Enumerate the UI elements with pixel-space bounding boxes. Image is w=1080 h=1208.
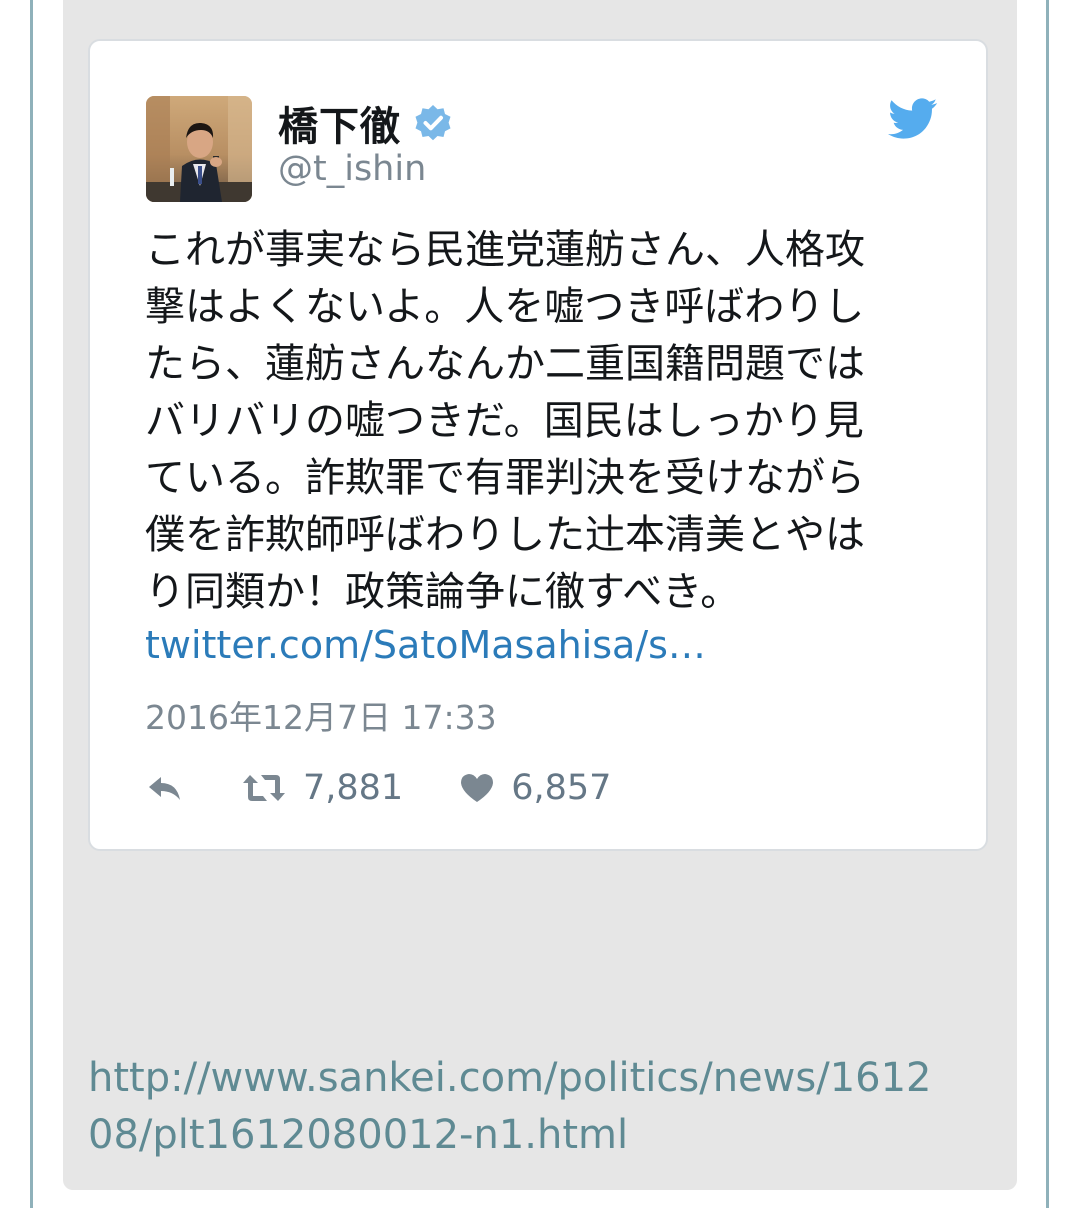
source-url-line: http://www.sankei.com/politics/news/1612 [88,1055,932,1101]
reply-button[interactable] [145,773,189,803]
source-url-link[interactable]: http://www.sankei.com/politics/news/1612… [88,1050,988,1164]
user-handle[interactable]: @t_ishin [278,149,426,189]
tweet-actions: 7,881 6,857 [145,763,611,813]
tweet-timestamp[interactable]: 2016年12月7日 17:33 [145,691,497,739]
retweet-button[interactable]: 7,881 [241,768,403,808]
tweet-text-line: り同類か！政策論争に徹すべき。 [145,569,741,615]
tweet-text-line: たら、蓮舫さんなんか二重国籍問題では [145,341,865,387]
avatar-photo [146,96,252,202]
display-name-row: 橋下徹 [278,94,453,152]
display-name[interactable]: 橋下徹 [278,94,401,152]
reply-icon [149,777,180,800]
tweet-text-line: バリバリの嘘つきだ。国民はしっかり見 [145,398,864,444]
left-border-rail [30,0,33,1208]
retweet-count: 7,881 [303,768,404,808]
retweet-icon [243,775,285,801]
tweet-text-line: 撃はよくないよ。人を嘘つき呼ばわりし [145,284,865,330]
tweet-text-line: これが事実なら民進党蓮舫さん、人格攻 [145,227,865,273]
tweet-text-line: ている。詐欺罪で有罪判決を受けながら [145,455,865,501]
source-url-line: 08/plt1612080012-n1.html [88,1112,629,1158]
tweet-text-line: 僕を詐欺師呼ばわりした辻本清美とやは [145,512,865,558]
right-border-rail [1046,0,1049,1208]
like-count: 6,857 [511,768,612,808]
avatar[interactable] [146,96,252,202]
tweet-link[interactable]: twitter.com/SatoMasahisa/s… [145,623,706,667]
heart-icon [461,774,494,802]
embedded-tweet-card[interactable]: 橋下徹 @t_ishin これが事実なら民進党蓮舫さん、人格攻 撃はよくないよ。… [88,39,988,851]
verified-badge-icon [415,105,451,141]
twitter-bird-icon[interactable] [888,97,938,141]
tweet-text: これが事実なら民進党蓮舫さん、人格攻 撃はよくないよ。人を嘘つき呼ばわりし たら… [145,222,925,621]
like-button[interactable]: 6,857 [459,768,611,808]
page: 橋下徹 @t_ishin これが事実なら民進党蓮舫さん、人格攻 撃はよくないよ。… [0,0,1080,1208]
